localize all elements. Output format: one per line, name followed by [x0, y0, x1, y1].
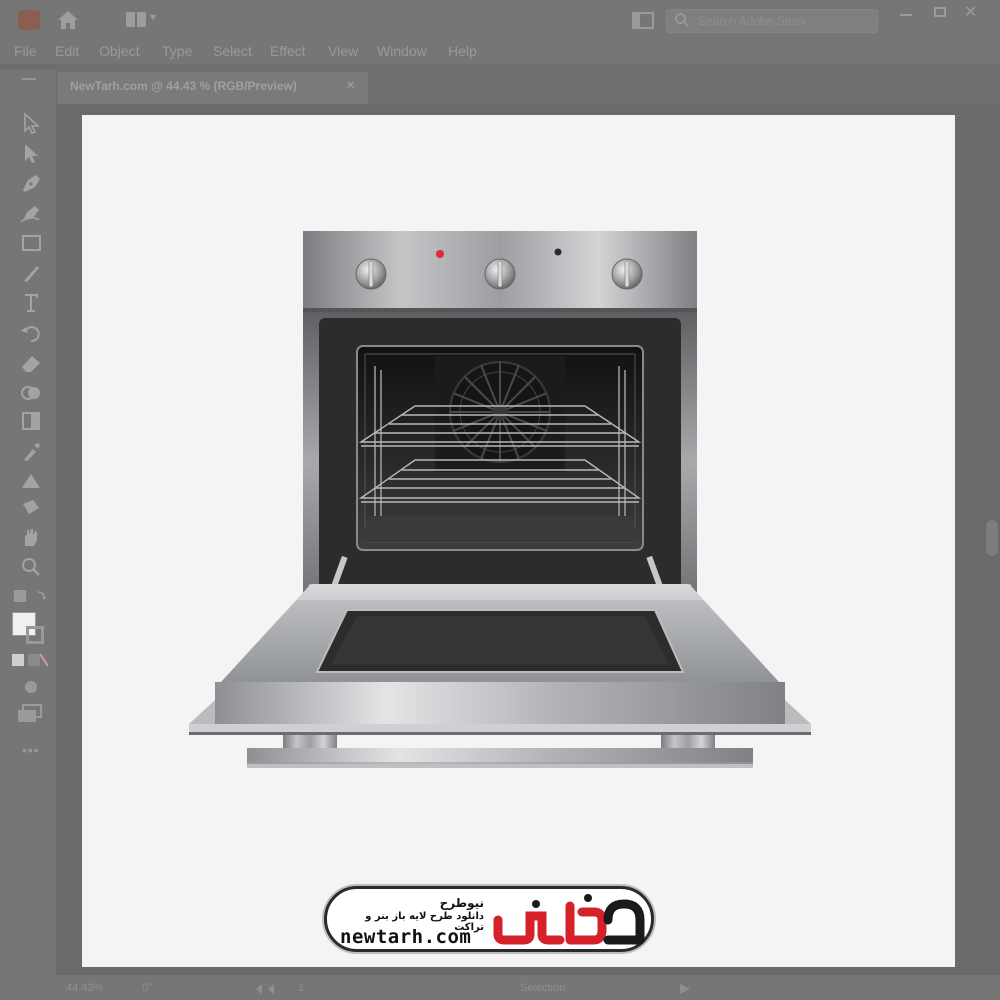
- document-tab-title: NewTarh.com @ 44.43 % (RGB/Preview): [70, 79, 297, 93]
- selection-tool-icon[interactable]: [19, 112, 43, 134]
- current-tool-status: Selection: [520, 982, 566, 994]
- home-icon[interactable]: [56, 9, 80, 31]
- menu-file[interactable]: File: [14, 43, 37, 59]
- curvature-tool-icon[interactable]: [19, 202, 43, 224]
- shape-builder-tool-icon[interactable]: [19, 382, 43, 404]
- menu-effect[interactable]: Effect: [270, 43, 306, 59]
- scrollbar-thumb[interactable]: [986, 520, 998, 556]
- play-icon[interactable]: [678, 983, 692, 995]
- oven-knob-left[interactable]: [355, 258, 387, 290]
- color-mode-icon[interactable]: [12, 652, 48, 668]
- menu-type[interactable]: Type: [162, 43, 192, 59]
- workspace-switcher-icon[interactable]: [126, 12, 146, 27]
- menu-select[interactable]: Select: [213, 43, 252, 59]
- eyedropper-tool-icon[interactable]: [19, 440, 43, 462]
- menu-help[interactable]: Help: [448, 43, 477, 59]
- menu-window[interactable]: Window: [377, 43, 427, 59]
- type-tool-icon[interactable]: [19, 292, 43, 314]
- close-tab-icon[interactable]: ×: [346, 77, 355, 95]
- menu-object[interactable]: Object: [99, 43, 139, 59]
- blend-tool-icon[interactable]: [19, 470, 43, 492]
- search-input[interactable]: [696, 11, 870, 31]
- menu-edit[interactable]: Edit: [55, 43, 79, 59]
- rectangle-tool-icon[interactable]: [19, 232, 43, 254]
- watermark-brand: نیوطرح: [439, 896, 484, 910]
- minimize-icon[interactable]: [900, 14, 912, 16]
- screen-mode-icon[interactable]: [17, 704, 43, 724]
- swap-colors-icon[interactable]: [12, 586, 52, 606]
- rotate-tool-icon[interactable]: [19, 322, 43, 344]
- paintbrush-tool-icon[interactable]: [19, 262, 43, 284]
- eraser-tool-icon[interactable]: [19, 352, 43, 374]
- oven-knob-right[interactable]: [611, 258, 643, 290]
- maximize-icon[interactable]: [934, 7, 946, 17]
- close-window-icon[interactable]: ✕: [964, 5, 977, 21]
- draw-mode-icon[interactable]: [20, 678, 42, 696]
- thermostat-indicator-light: [554, 248, 562, 256]
- rotate-view-value[interactable]: 0°: [142, 982, 153, 994]
- power-indicator-light: [436, 250, 444, 258]
- oven-door-edge: [215, 682, 785, 724]
- stroke-color-swatch[interactable]: [26, 626, 44, 644]
- hand-tool-icon[interactable]: [19, 526, 43, 548]
- app-logo: [18, 10, 40, 30]
- artboard-number[interactable]: 1: [298, 982, 304, 994]
- watermark-domain: newtarh.com: [340, 926, 472, 948]
- artboard-prev-icon[interactable]: [254, 983, 282, 995]
- arrange-documents-icon[interactable]: [632, 12, 654, 29]
- zoom-level[interactable]: 44.43%: [66, 982, 103, 994]
- menu-bar: [0, 40, 1000, 64]
- oven-door-handle[interactable]: [247, 735, 753, 768]
- oven-illustration[interactable]: [189, 230, 811, 770]
- panel-collapse-icon[interactable]: [22, 76, 36, 82]
- menu-view[interactable]: View: [328, 43, 358, 59]
- zoom-tool-icon[interactable]: [19, 556, 43, 578]
- oven-knob-center[interactable]: [484, 258, 516, 290]
- pen-tool-icon[interactable]: [19, 172, 43, 194]
- search-icon: [675, 13, 690, 28]
- newtarh-logo-mark: [493, 894, 645, 945]
- artboard-tool-icon[interactable]: [19, 496, 43, 518]
- more-tools-icon[interactable]: •••: [22, 742, 40, 758]
- gradient-tool-icon[interactable]: [19, 410, 43, 432]
- convection-fan: [449, 361, 551, 463]
- chevron-down-icon[interactable]: ▾: [150, 10, 156, 24]
- direct-selection-tool-icon[interactable]: [19, 142, 43, 164]
